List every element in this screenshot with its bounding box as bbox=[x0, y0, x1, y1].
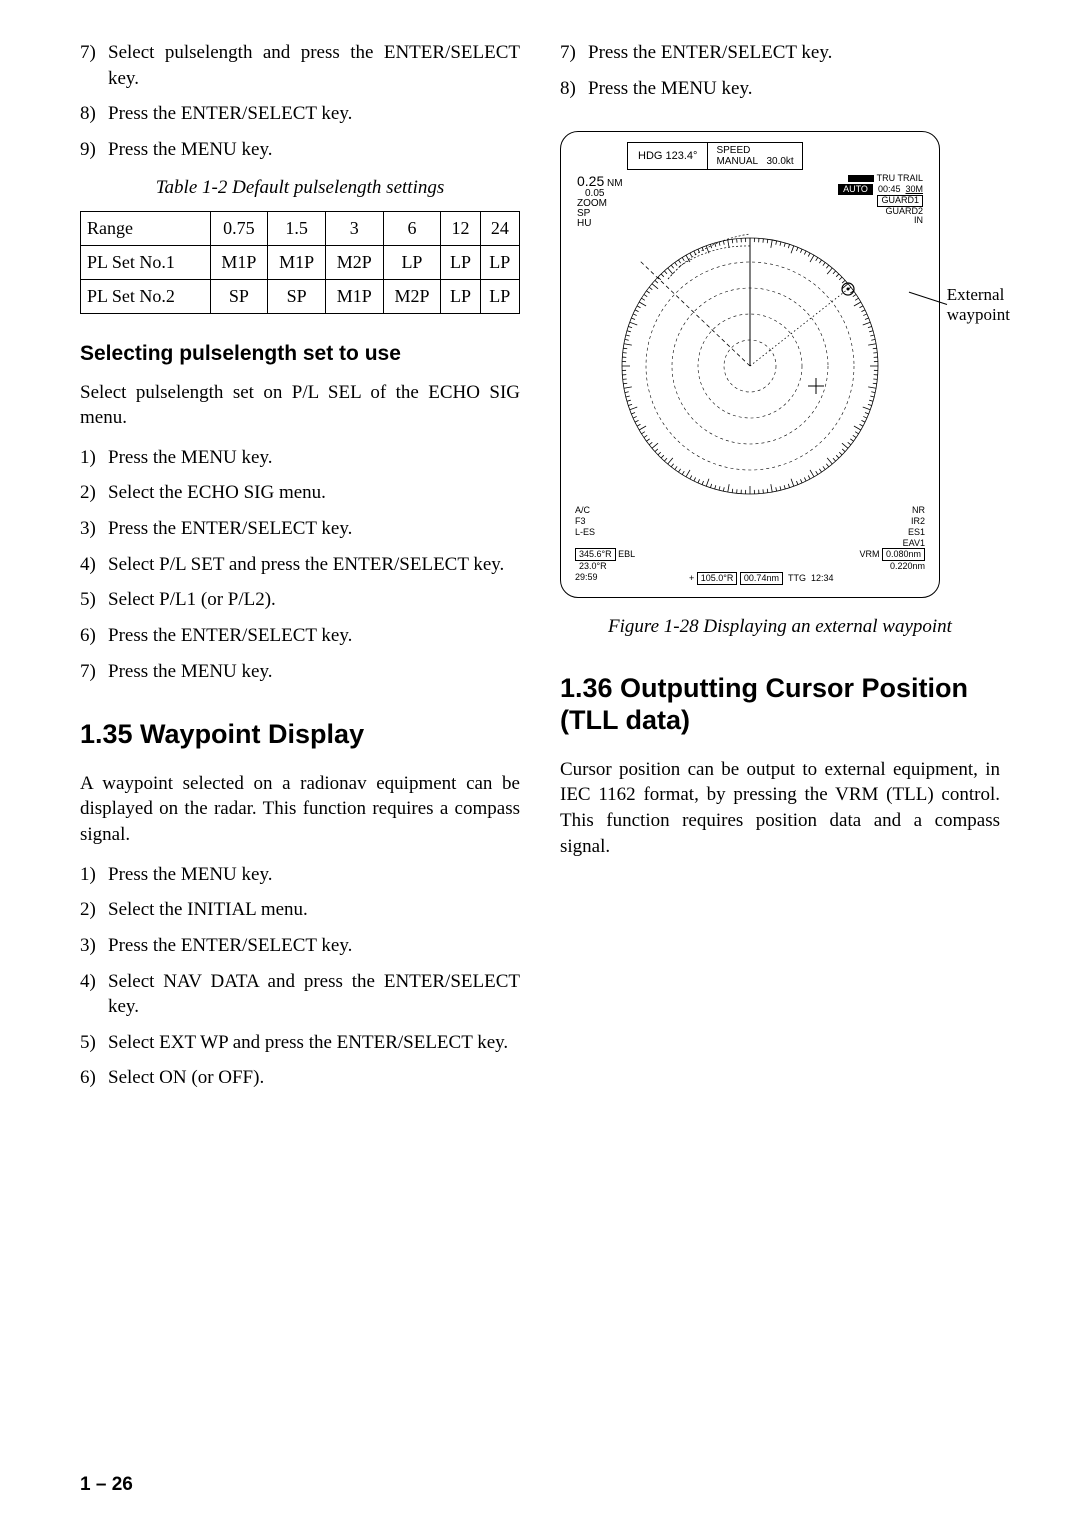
table-caption: Table 1-2 Default pulselength settings bbox=[80, 177, 520, 199]
step: 9)Press the MENU key. bbox=[80, 137, 520, 163]
step: 1)Press the MENU key. bbox=[80, 862, 520, 888]
step: 3)Press the ENTER/SELECT key. bbox=[80, 933, 520, 959]
figure-caption: Figure 1-28 Displaying an external waypo… bbox=[560, 616, 1000, 638]
subheading: Selecting pulselength set to use bbox=[80, 342, 520, 366]
paragraph: Cursor position can be output to externa… bbox=[560, 757, 1000, 860]
step: 2)Select the ECHO SIG menu. bbox=[80, 480, 520, 506]
radar-scope bbox=[580, 231, 920, 501]
step: 4)Select NAV DATA and press the ENTER/SE… bbox=[80, 969, 520, 1020]
external-waypoint-label: Externalwaypoint bbox=[947, 285, 1010, 324]
paragraph: A waypoint selected on a radionav equipm… bbox=[80, 771, 520, 848]
paragraph: Select pulselength set on P/L SEL of the… bbox=[80, 380, 520, 431]
step: 2)Select the INITIAL menu. bbox=[80, 897, 520, 923]
step: 1)Press the MENU key. bbox=[80, 445, 520, 471]
range-labels: 0.25 NM 0.05 ZOOM SP HU bbox=[577, 174, 623, 229]
pulselength-table: Range 0.75 1.5 3 6 12 24 PL Set No.1 M1P… bbox=[80, 211, 520, 314]
step: 5)Select P/L1 (or P/L2). bbox=[80, 587, 520, 613]
step: 3)Press the ENTER/SELECT key. bbox=[80, 516, 520, 542]
step: 5)Select EXT WP and press the ENTER/SELE… bbox=[80, 1030, 520, 1056]
radar-figure: HDG 123.4° SPEED MANUAL 30.0kt 0.25 NM 0… bbox=[560, 131, 940, 598]
step: 7)Press the MENU key. bbox=[80, 659, 520, 685]
step: 6)Select ON (or OFF). bbox=[80, 1065, 520, 1091]
left-column: 7)Select pulselength and press the ENTER… bbox=[80, 40, 520, 1101]
section-heading: 1.35 Waypoint Display bbox=[80, 718, 520, 750]
right-column: 7)Press the ENTER/SELECT key. 8)Press th… bbox=[560, 40, 1000, 1101]
page-number: 1 – 26 bbox=[80, 1474, 133, 1496]
section-heading: 1.36 Outputting Cursor Position (TLL dat… bbox=[560, 672, 1000, 737]
speed-box: SPEED MANUAL 30.0kt bbox=[707, 142, 802, 170]
step: 8)Press the ENTER/SELECT key. bbox=[80, 101, 520, 127]
trail-labels: TRU TRAIL AUTO 00:45 30M GUARD1 GUARD2 I… bbox=[838, 174, 923, 229]
step: 7)Select pulselength and press the ENTER… bbox=[80, 40, 520, 91]
step: 6)Press the ENTER/SELECT key. bbox=[80, 623, 520, 649]
step: 8)Press the MENU key. bbox=[560, 76, 1000, 102]
hdg-box: HDG 123.4° bbox=[627, 142, 707, 170]
step: 7)Press the ENTER/SELECT key. bbox=[560, 40, 1000, 66]
step: 4)Select P/L SET and press the ENTER/SEL… bbox=[80, 552, 520, 578]
radar-footer: A/C NR F3 IR2 L-ES ES1 EAV1 bbox=[571, 505, 929, 585]
